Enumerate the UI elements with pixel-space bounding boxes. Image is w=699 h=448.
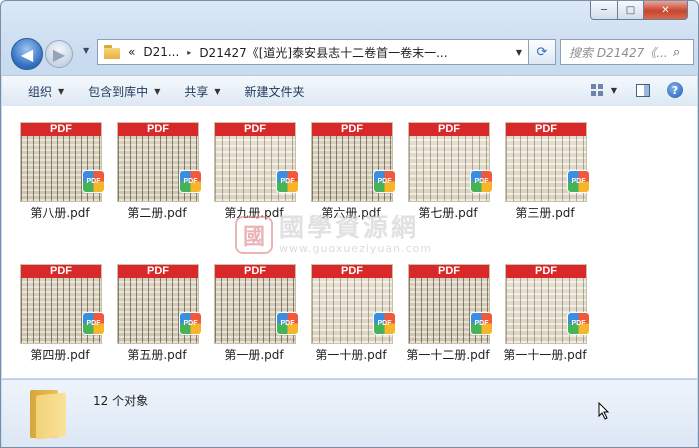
view-grid-icon <box>590 84 603 96</box>
command-bar: 组织 ▼ 包含到库中 ▼ 共享 ▼ 新建文件夹 ▼ ? <box>2 75 697 107</box>
chevron-down-icon: ▼ <box>154 86 161 96</box>
new-folder-button[interactable]: 新建文件夹 <box>233 79 317 103</box>
file-item[interactable]: PDF PDF 第二册.pdf <box>112 114 202 224</box>
watermark: 國 國學資源網 www.guoxueziyuan.com <box>235 214 432 255</box>
pdf-band: PDF <box>21 265 101 278</box>
help-icon: ? <box>667 82 683 98</box>
pdf-band: PDF <box>118 265 198 278</box>
organize-label: 组织 <box>28 84 53 99</box>
mouse-cursor-icon <box>598 402 610 420</box>
pdf-app-icon: PDF <box>83 171 104 192</box>
watermark-url: www.guoxueziyuan.com <box>279 242 433 255</box>
preview-pane-button[interactable] <box>631 79 655 101</box>
pdf-band: PDF <box>312 265 392 278</box>
pdf-app-icon: PDF <box>277 313 298 334</box>
file-name[interactable]: 第八册.pdf <box>9 204 111 221</box>
recent-pages-dropdown[interactable]: ▼ <box>83 46 89 55</box>
pdf-app-icon: PDF <box>374 313 395 334</box>
file-name[interactable]: 第三册.pdf <box>494 204 596 221</box>
file-item[interactable]: PDF PDF 第四册.pdf <box>15 256 105 366</box>
breadcrumb-item[interactable]: D21427《[道光]泰安县志十二卷首一卷末一... <box>199 44 447 61</box>
address-dropdown-icon[interactable]: ▼ <box>516 48 522 57</box>
chevron-down-icon: ▼ <box>214 86 221 96</box>
file-name[interactable]: 第二册.pdf <box>106 204 208 221</box>
pdf-app-icon: PDF <box>568 313 589 334</box>
pdf-band: PDF <box>409 265 489 278</box>
file-name[interactable]: 第四册.pdf <box>9 346 111 363</box>
file-item[interactable]: PDF PDF 第一十册.pdf <box>306 256 396 366</box>
refresh-button[interactable]: ⟳ <box>529 39 556 65</box>
watermark-text-block: 國學資源網 www.guoxueziyuan.com <box>279 213 433 256</box>
help-button[interactable]: ? <box>663 79 687 101</box>
navigation-bar: ◀ ▶ ▼ « D21... ▸ D21427《[道光]泰安县志十二卷首一卷末一… <box>9 37 694 70</box>
file-item[interactable]: PDF PDF 第七册.pdf <box>403 114 493 224</box>
pdf-app-icon: PDF <box>471 313 492 334</box>
file-name[interactable]: 第五册.pdf <box>106 346 208 363</box>
pdf-band: PDF <box>506 265 586 278</box>
pdf-app-icon: PDF <box>277 171 298 192</box>
file-item[interactable]: PDF PDF 第六册.pdf <box>306 114 396 224</box>
share-menu[interactable]: 共享 ▼ <box>172 79 232 103</box>
file-item[interactable]: PDF PDF 第一十一册.pdf <box>500 256 590 366</box>
include-in-library-menu[interactable]: 包含到库中 ▼ <box>76 79 172 103</box>
breadcrumb-separator-icon[interactable]: ▸ <box>187 48 191 57</box>
file-item[interactable]: PDF PDF 第五册.pdf <box>112 256 202 366</box>
file-name[interactable]: 第一十二册.pdf <box>397 346 499 363</box>
view-options-dropdown[interactable]: ▼ <box>611 86 617 95</box>
pdf-app-icon: PDF <box>374 171 395 192</box>
change-view-button[interactable] <box>585 79 609 101</box>
close-button[interactable]: ✕ <box>644 1 688 20</box>
search-icon[interactable]: ⌕ <box>673 45 689 60</box>
breadcrumb-overflow[interactable]: « <box>128 45 135 59</box>
watermark-seal: 國 <box>235 215 273 254</box>
include-in-library-label: 包含到库中 <box>88 84 149 99</box>
file-item[interactable]: PDF PDF 第一十二册.pdf <box>403 256 493 366</box>
pdf-band: PDF <box>215 123 295 136</box>
pdf-app-icon: PDF <box>471 171 492 192</box>
file-item[interactable]: PDF PDF 第三册.pdf <box>500 114 590 224</box>
breadcrumb-item[interactable]: D21... <box>143 45 179 59</box>
chevron-down-icon: ▼ <box>58 86 65 96</box>
file-name[interactable]: 第一册.pdf <box>203 346 305 363</box>
pdf-band: PDF <box>215 265 295 278</box>
pdf-band: PDF <box>118 123 198 136</box>
forward-button[interactable]: ▶ <box>45 40 73 68</box>
new-folder-label: 新建文件夹 <box>244 84 305 99</box>
pdf-app-icon: PDF <box>568 171 589 192</box>
pdf-app-icon: PDF <box>180 313 201 334</box>
file-item[interactable]: PDF PDF 第八册.pdf <box>15 114 105 224</box>
address-bar[interactable]: « D21... ▸ D21427《[道光]泰安县志十二卷首一卷末一... ▼ <box>97 39 529 65</box>
file-list: PDF PDF 第八册.pdf PDF PDF 第二册.pdf PDF PDF … <box>2 106 697 378</box>
preview-pane-icon <box>636 83 650 97</box>
file-item[interactable]: PDF PDF 第九册.pdf <box>209 114 299 224</box>
maximize-button[interactable]: □ <box>618 1 644 20</box>
caption-buttons: ─ □ ✕ <box>590 1 688 20</box>
pdf-app-icon: PDF <box>83 313 104 334</box>
back-button[interactable]: ◀ <box>11 38 43 70</box>
item-count: 12 个对象 <box>93 394 149 408</box>
pdf-band: PDF <box>506 123 586 136</box>
file-name[interactable]: 第一十册.pdf <box>300 346 402 363</box>
watermark-text: 國學資源網 <box>279 213 420 242</box>
search-input[interactable]: 搜索 D21427《... <box>561 44 673 61</box>
pdf-band: PDF <box>21 123 101 136</box>
explorer-window: ─ □ ✕ ◀ ▶ ▼ « D21... ▸ D21427《[道光]泰安县志十二… <box>0 0 699 448</box>
pdf-band: PDF <box>409 123 489 136</box>
details-pane: 12 个对象 <box>2 379 697 447</box>
pdf-app-icon: PDF <box>180 171 201 192</box>
folder-icon <box>30 390 70 440</box>
pdf-band: PDF <box>312 123 392 136</box>
search-box[interactable]: 搜索 D21427《... ⌕ <box>560 39 694 65</box>
organize-menu[interactable]: 组织 ▼ <box>16 79 76 103</box>
file-item[interactable]: PDF PDF 第一册.pdf <box>209 256 299 366</box>
toolbar-right: ▼ ? <box>577 79 687 101</box>
share-label: 共享 <box>184 84 209 99</box>
folder-icon <box>104 45 122 59</box>
minimize-button[interactable]: ─ <box>590 1 618 20</box>
file-name[interactable]: 第一十一册.pdf <box>494 346 596 363</box>
